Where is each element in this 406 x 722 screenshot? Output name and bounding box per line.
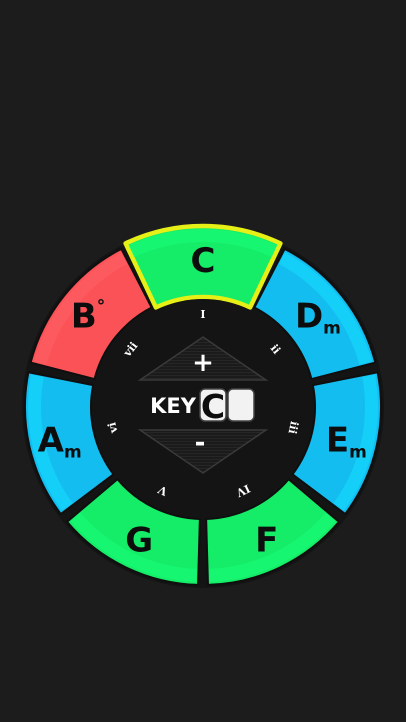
chord-root: F: [255, 520, 278, 560]
chord-label-c: C: [191, 241, 216, 281]
chord-root: E: [326, 421, 349, 461]
chord-root: G: [125, 520, 153, 560]
chord-suffix: m: [64, 443, 82, 463]
chord-segment-c[interactable]: C: [123, 223, 283, 310]
chord-label-f: F: [255, 520, 278, 560]
chord-suffix: m: [349, 443, 367, 463]
chord-root: B: [71, 296, 97, 336]
chord-suffix: °: [97, 296, 106, 316]
chord-suffix: m: [323, 318, 341, 338]
numeral-c: I: [200, 308, 205, 321]
chord-root: A: [38, 421, 65, 461]
key-down-label: -: [195, 428, 206, 458]
chord-root: C: [191, 241, 216, 281]
key-accidental-box: [227, 388, 255, 422]
chord-wheel: CDmEmFGAmB° IiiiiiIVVvivii + - KEY C: [22, 223, 384, 588]
key-label: KEY: [150, 394, 197, 418]
key-root-value: C: [201, 387, 225, 426]
chord-label-g: G: [125, 520, 153, 560]
chord-root: D: [295, 296, 323, 336]
key-up-label: +: [192, 348, 214, 378]
